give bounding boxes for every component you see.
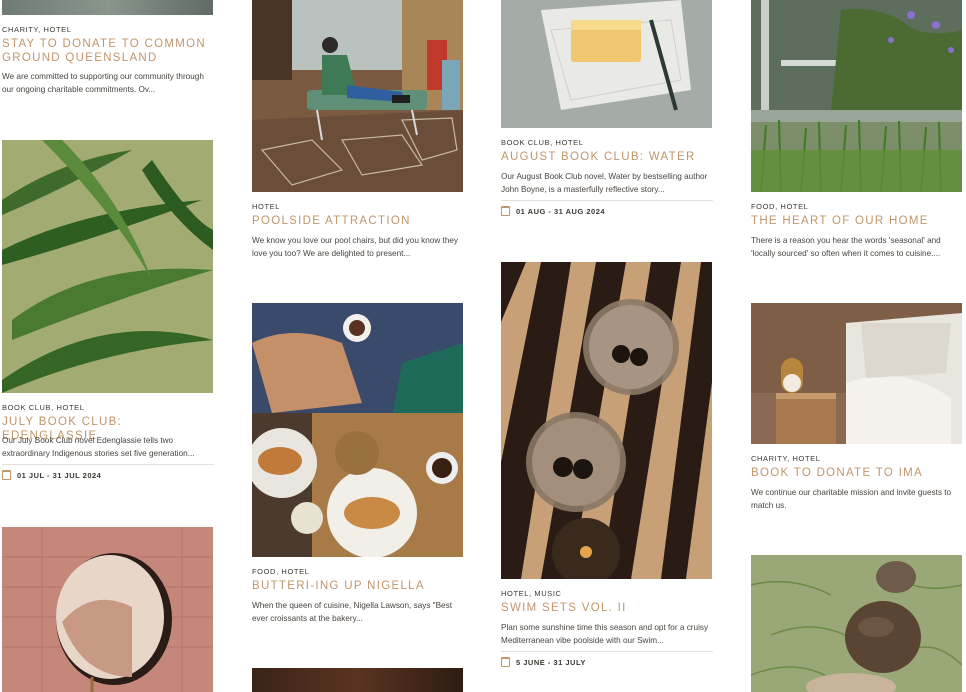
card-category: FOOD, HOTEL (751, 202, 809, 211)
card-image-martinis[interactable] (501, 262, 712, 579)
card-image-croissants[interactable] (252, 303, 463, 557)
poolside-illustration (252, 0, 463, 192)
card-image-mirror[interactable] (2, 527, 213, 692)
mirror-illustration (2, 527, 213, 692)
card-description: There is a reason you hear the words 'se… (751, 236, 941, 258)
card-description: When the queen of cuisine, Nigella Lawso… (252, 601, 452, 623)
card-category: CHARITY, HOTEL (2, 25, 72, 34)
card-description: Plan some sunshine time this season and … (501, 623, 709, 645)
card-description: We continue our charitable mission and i… (751, 488, 952, 510)
card-title[interactable]: BOOK TO DONATE TO IMA (751, 466, 963, 480)
calendar-icon (501, 657, 510, 667)
card-image-garden[interactable] (751, 0, 962, 192)
card-title[interactable]: BUTTERI-ING UP NIGELLA (252, 579, 464, 593)
event-date: 5 JUNE - 31 JULY (501, 657, 586, 667)
card-category: BOOK CLUB, HOTEL (2, 403, 85, 412)
card-image-butter[interactable] (501, 0, 712, 128)
card-image-top-left[interactable] (2, 0, 213, 15)
divider (501, 200, 713, 201)
calendar-icon (501, 206, 510, 216)
divider (2, 464, 214, 465)
card-category: FOOD, HOTEL (252, 567, 310, 576)
card-image-bottom[interactable] (252, 668, 463, 692)
leaves-illustration (2, 140, 213, 393)
card-image-stones[interactable] (751, 555, 962, 692)
card-image-poolside[interactable] (252, 0, 463, 192)
event-date-text: 01 JUL - 31 JUL 2024 (17, 470, 102, 480)
card-description: We know you love our pool chairs, but di… (252, 236, 459, 258)
card-image-bedroom[interactable] (751, 303, 962, 444)
card-category: HOTEL, MUSIC (501, 589, 562, 598)
stones-illustration (751, 555, 962, 692)
card-title[interactable]: THE HEART OF OUR HOME (751, 214, 963, 228)
card-description: We are committed to supporting our commu… (2, 72, 204, 94)
event-date-text: 01 AUG - 31 AUG 2024 (516, 206, 606, 216)
event-date: 01 AUG - 31 AUG 2024 (501, 206, 605, 216)
card-category: CHARITY, HOTEL (751, 454, 821, 463)
card-category: BOOK CLUB, HOTEL (501, 138, 584, 147)
card-description: Our August Book Club novel, Water by bes… (501, 172, 708, 194)
card-title[interactable]: STAY TO DONATE TO COMMON GROUND QUEENSLA… (2, 37, 214, 65)
card-description: Our July Book Club novel Edenglassie tel… (2, 436, 195, 458)
event-date-text: 5 JUNE - 31 JULY (516, 657, 586, 667)
card-category: HOTEL (252, 202, 281, 211)
garden-illustration (751, 0, 962, 192)
butter-illustration (501, 0, 712, 128)
croissants-illustration (252, 303, 463, 557)
card-image-leaves[interactable] (2, 140, 213, 393)
event-date: 01 JUL - 31 JUL 2024 (2, 470, 101, 480)
card-title[interactable]: AUGUST BOOK CLUB: WATER (501, 150, 713, 164)
divider (501, 651, 713, 652)
bedroom-illustration (751, 303, 962, 444)
calendar-icon (2, 470, 11, 480)
card-title[interactable]: POOLSIDE ATTRACTION (252, 214, 464, 228)
martinis-illustration (501, 262, 712, 579)
card-title[interactable]: SWIM SETS VOL. II (501, 601, 713, 615)
